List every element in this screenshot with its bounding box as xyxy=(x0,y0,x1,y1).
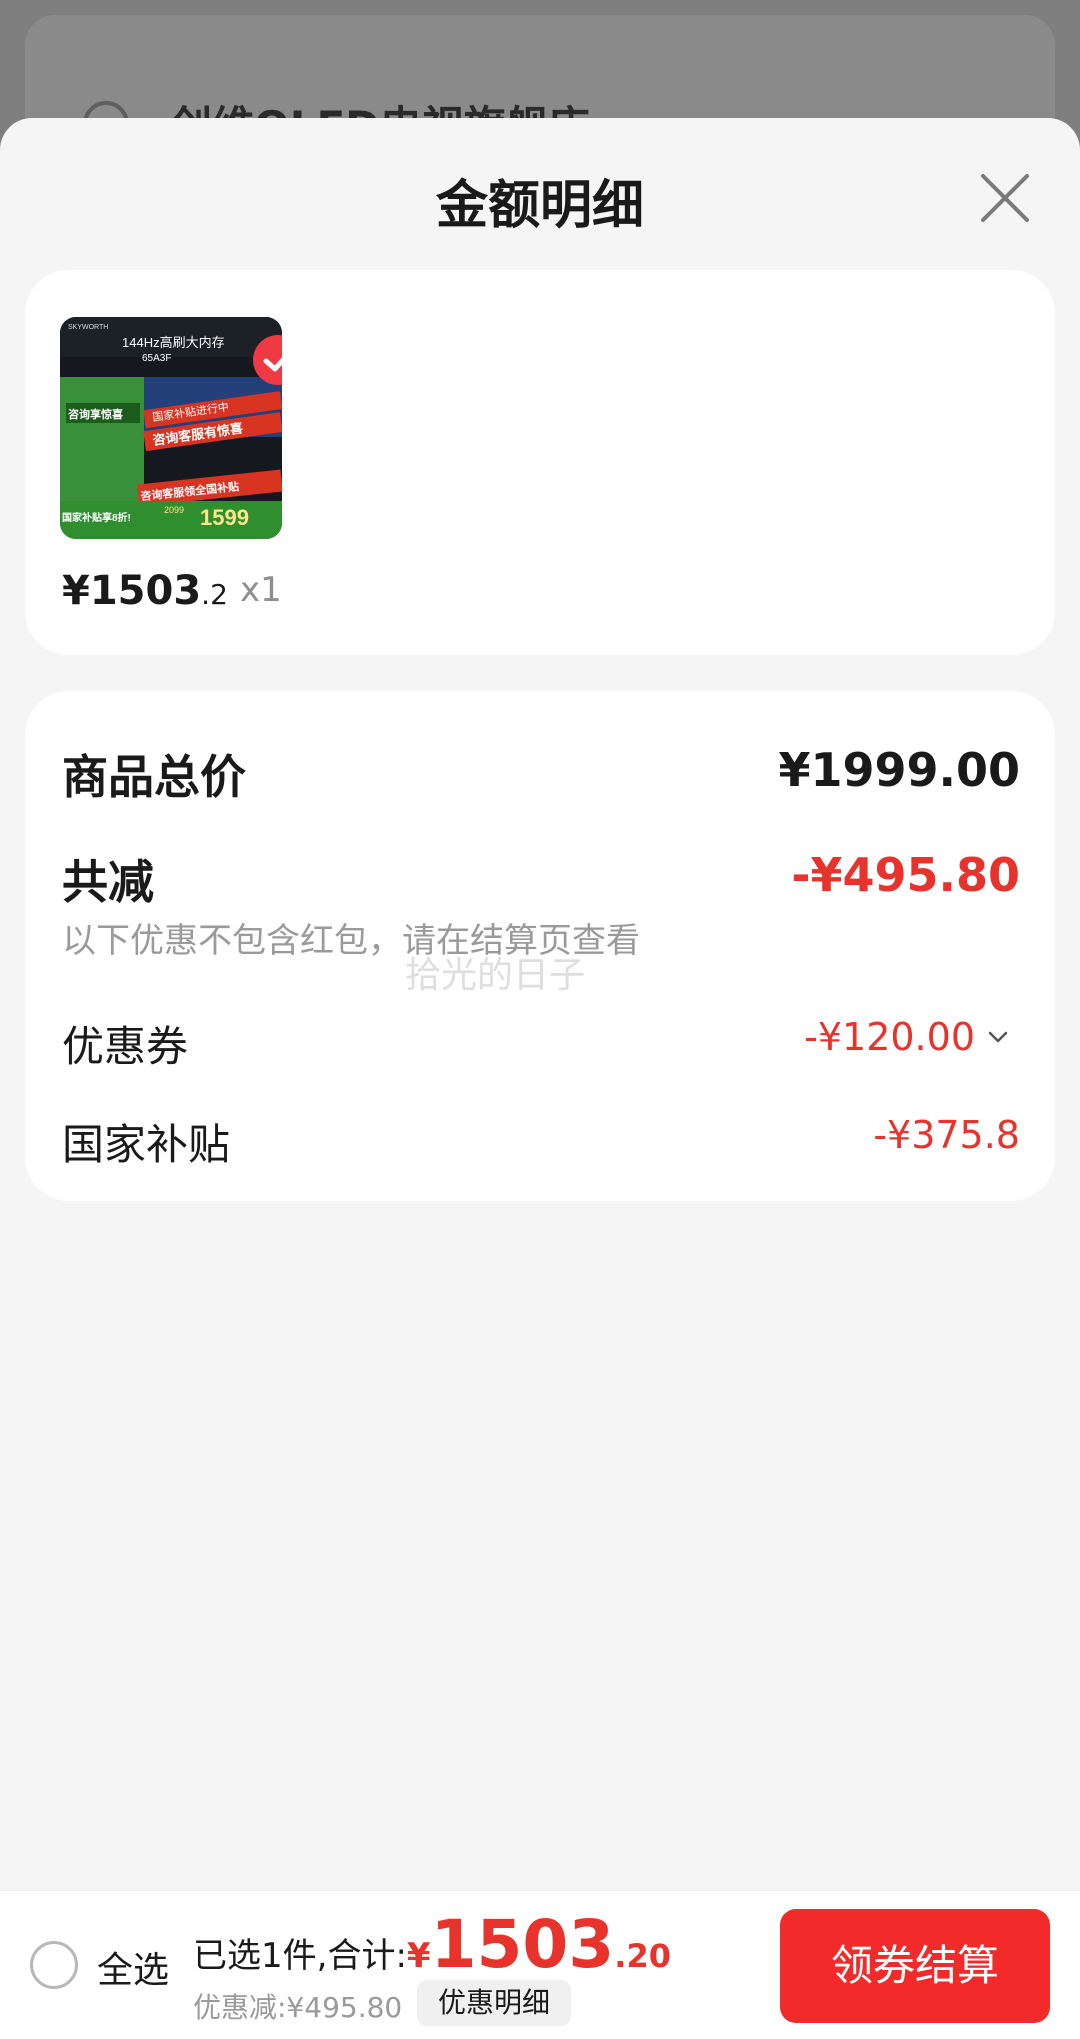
selected-summary: 已选1件,合计:¥1503.20 xyxy=(193,1906,671,1983)
product-card: SKYWORTH 144Hz高刷大内存 65A3F 咨询享惊喜 国家补贴进行中 … xyxy=(25,270,1055,655)
price-symbol: ¥ xyxy=(62,568,90,614)
total-price-value: ¥1999.00 xyxy=(778,743,1020,797)
discount-detail-button[interactable]: 优惠明细 xyxy=(417,1980,571,2026)
thumb-headline: 144Hz高刷大内存 xyxy=(122,335,225,350)
total-price-label: 商品总价 xyxy=(62,750,246,804)
price-integer: 1503 xyxy=(89,568,202,614)
chevron-down-icon[interactable] xyxy=(986,1025,1010,1049)
total-yen-symbol: ¥ xyxy=(406,1936,431,1976)
watermark-text: 拾光的日子 xyxy=(405,955,586,996)
discount-amount-text: 优惠减:¥495.80 xyxy=(193,1991,403,2024)
total-integer: 1503 xyxy=(430,1906,615,1983)
thumb-side-tag: 咨询享惊喜 xyxy=(68,407,123,421)
national-subsidy-label: 国家补贴 xyxy=(62,1120,231,1169)
thumb-model: 65A3F xyxy=(142,353,171,364)
total-decimal: .20 xyxy=(614,1937,671,1975)
price-decimal: .2 xyxy=(201,578,228,611)
product-price: ¥1503.2 xyxy=(62,568,228,614)
selected-check-icon xyxy=(253,335,282,385)
price-summary-card: 商品总价 ¥1999.00 共减 -¥495.80 以下优惠不包含红包，请在结算… xyxy=(25,691,1055,1201)
checkout-button[interactable]: 领券结算 xyxy=(780,1909,1050,2023)
coupon-label: 优惠券 xyxy=(62,1022,189,1071)
selected-count-text: 已选1件,合计: xyxy=(193,1936,407,1976)
sheet-title: 金额明细 xyxy=(435,176,644,236)
close-icon[interactable] xyxy=(975,168,1035,228)
thumb-discount-tag: 国家补贴享8折! xyxy=(62,511,131,524)
product-thumbnail[interactable]: SKYWORTH 144Hz高刷大内存 65A3F 咨询享惊喜 国家补贴进行中 … xyxy=(60,317,282,539)
amount-detail-sheet: 金额明细 SKYWORTH 144Hz高刷大内存 65A3F 咨询享惊喜 国家补… xyxy=(0,118,1080,2039)
thumb-new-price: 1599 xyxy=(200,505,249,530)
total-reduction-value: -¥495.80 xyxy=(791,848,1020,902)
select-all-radio[interactable] xyxy=(30,1941,78,1989)
coupon-value[interactable]: -¥120.00 xyxy=(804,1015,975,1059)
thumb-old-price: 2099 xyxy=(164,505,184,515)
thumb-brand: SKYWORTH xyxy=(68,324,108,331)
checkout-bar: 全选 已选1件,合计:¥1503.20 优惠减:¥495.80 优惠明细 领券结… xyxy=(0,1890,1080,2039)
select-all-label[interactable]: 全选 xyxy=(97,1941,169,1993)
total-reduction-label: 共减 xyxy=(62,855,154,909)
national-subsidy-value: -¥375.8 xyxy=(873,1113,1020,1157)
product-quantity: x1 xyxy=(240,570,282,610)
